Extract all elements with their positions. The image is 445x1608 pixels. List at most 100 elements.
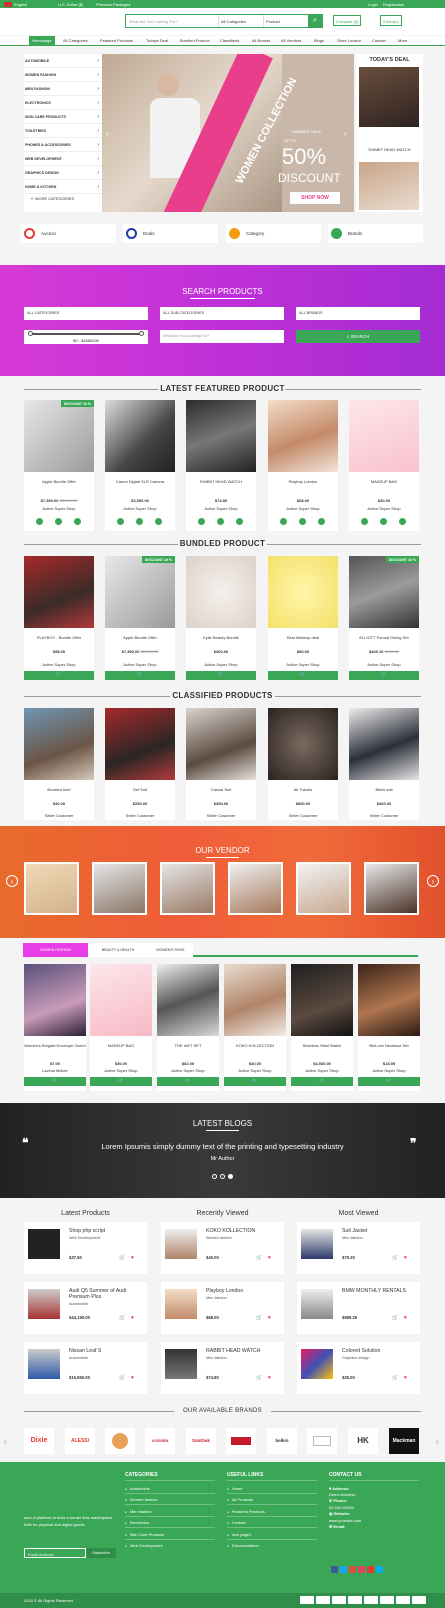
nav-item[interactable]: All Vendors <box>281 36 301 46</box>
tab-womens-shoe[interactable]: WOMEN'S SHOE <box>148 943 193 957</box>
product-card[interactable]: BinLove Necklace Set $18.95 Active Super… <box>358 964 420 1091</box>
heart-icon[interactable]: ♥ <box>404 1375 407 1381</box>
nav-item[interactable]: All Categories <box>63 36 88 46</box>
youtube-icon[interactable] <box>367 1566 374 1573</box>
nav-item[interactable]: Bundled Product <box>180 36 210 46</box>
list-item[interactable]: Playboy London Men fashion $68.00 🛒 ♥ <box>161 1282 284 1334</box>
language-select[interactable]: English <box>14 2 27 7</box>
product-card[interactable]: Black suit $460.00 Seller Customer <box>349 708 419 820</box>
add-to-cart-button[interactable]: 🛒 <box>349 671 419 680</box>
deal-image[interactable] <box>359 162 419 210</box>
shop-name[interactable]: Active Super Shop <box>24 506 94 511</box>
seller-name[interactable]: Seller Customer <box>24 813 94 818</box>
price-range-slider[interactable]: $0 - $4880000 <box>24 330 148 344</box>
product-card[interactable]: Best Makeup deal $80.00 Active Super Sho… <box>268 556 338 680</box>
product-card[interactable]: DISCOUNT 16 % Apple Bundle Offer $7,390.… <box>105 556 175 680</box>
product-image[interactable] <box>291 964 353 1036</box>
sidebar-item[interactable]: HOME & KITCHEN <box>24 180 102 194</box>
product-card[interactable]: Set Suit $250.00 Seller Customer <box>105 708 175 820</box>
product-image[interactable] <box>186 708 256 780</box>
heart-icon[interactable] <box>136 518 143 525</box>
add-to-cart-button[interactable]: 🛒 <box>358 1077 420 1086</box>
product-name[interactable]: Canon Digital SLR Camera <box>105 479 175 484</box>
nav-item[interactable]: Blogs <box>314 36 324 46</box>
product-image[interactable] <box>105 708 175 780</box>
shop-name[interactable]: Active Super Shop <box>24 662 94 667</box>
heart-icon[interactable]: ♥ <box>404 1255 407 1261</box>
list-item[interactable]: RABBIT HEAD WATCH Men fashion $74.80 🛒 ♥ <box>161 1342 284 1394</box>
footer-link[interactable]: Men fashion <box>125 1509 152 1514</box>
slider-handle[interactable] <box>28 331 33 336</box>
shop-name[interactable]: Active Super Shop <box>349 662 419 667</box>
product-image[interactable] <box>268 556 338 628</box>
heart-icon[interactable]: ♥ <box>131 1255 134 1261</box>
cart-icon[interactable]: 🛒 <box>392 1315 398 1321</box>
product-image[interactable] <box>24 556 94 628</box>
brand-logo[interactable] <box>226 1428 256 1454</box>
cart-icon[interactable]: 🛒 <box>119 1255 125 1261</box>
brands-prev-icon[interactable]: ‹ <box>4 1437 7 1446</box>
product-name[interactable]: Casual Suit <box>186 787 256 792</box>
product-image[interactable] <box>224 964 286 1036</box>
compare-icon[interactable] <box>74 518 81 525</box>
product-card[interactable]: KOKO KOLLECTION $40.00 Active Super Shop… <box>224 964 286 1091</box>
list-item[interactable]: KOKO KOLLECTION Women fashion $40.00 🛒 ♥ <box>161 1222 284 1274</box>
heart-icon[interactable]: ♥ <box>268 1315 271 1321</box>
search-type-select[interactable]: Product <box>263 15 308 27</box>
list-item[interactable]: Nissan Leaf S Automobile $15,550.00 🛒 ♥ <box>24 1342 147 1394</box>
vendor-card[interactable] <box>160 862 215 915</box>
facebook-icon[interactable] <box>331 1566 338 1573</box>
shop-name[interactable]: Active Super Shop <box>186 662 256 667</box>
twitter-icon[interactable] <box>340 1566 347 1573</box>
seller-name[interactable]: Seller Customer <box>105 813 175 818</box>
product-name[interactable]: Best Makeup deal <box>268 635 338 640</box>
product-image[interactable] <box>268 708 338 780</box>
add-to-cart-button[interactable]: 🛒 <box>105 671 175 680</box>
product-search-input[interactable]: What Are You Looking For? <box>160 330 284 343</box>
sidebar-item[interactable]: AUTOMOBILE <box>24 54 102 68</box>
footer-link[interactable]: Documentation <box>227 1543 259 1548</box>
footer-website[interactable]: www.yoursite.com <box>329 1518 361 1523</box>
login-link[interactable]: Login <box>368 2 378 7</box>
product-image[interactable] <box>24 400 94 472</box>
subscribe-button[interactable]: Subscribe <box>86 1548 116 1558</box>
cart-icon[interactable]: 🛒 <box>256 1315 262 1321</box>
sidebar-item[interactable]: MEN FASHION <box>24 82 102 96</box>
more-categories-link[interactable]: ＋ MORE CATEGORIES <box>24 196 74 202</box>
product-name[interactable]: Apple Bundle Offer <box>24 479 94 484</box>
shop-name[interactable]: Active Super Shop <box>157 1068 219 1073</box>
shop-name[interactable]: Active Super Shop <box>349 506 419 511</box>
footer-link[interactable]: Featured Products <box>227 1509 265 1514</box>
shop-name[interactable]: Active Super Shop <box>90 1068 152 1073</box>
add-to-cart-button[interactable]: 🛒 <box>224 1077 286 1086</box>
product-image[interactable] <box>105 556 175 628</box>
product-image[interactable] <box>90 964 152 1036</box>
add-to-cart-button[interactable]: 🛒 <box>186 671 256 680</box>
nav-item[interactable]: Classifieds <box>220 36 239 46</box>
premium-packages-link[interactable]: Premium Packages <box>96 2 131 7</box>
product-card[interactable]: MAKEUP BAG $30.00 Active Super Shop 🛒 <box>90 964 152 1091</box>
vendor-prev-icon[interactable]: ‹ <box>6 875 18 887</box>
deal-name[interactable]: RABBIT HEAD WATCH <box>356 147 423 152</box>
product-name[interactable]: All Travels <box>268 787 338 792</box>
brand-logo[interactable]: Mackman <box>389 1428 419 1454</box>
add-to-cart-button[interactable]: 🛒 <box>90 1077 152 1086</box>
vendor-card[interactable] <box>92 862 147 915</box>
blog-quote[interactable]: Lorem Ipsumis simply dummy text of the p… <box>0 1142 445 1151</box>
nav-item[interactable]: Homepage <box>29 36 55 46</box>
product-image[interactable] <box>186 400 256 472</box>
footer-link[interactable]: Web Development <box>125 1543 163 1548</box>
vendor-card[interactable] <box>24 862 79 915</box>
product-image[interactable] <box>105 400 175 472</box>
cart-icon[interactable] <box>361 518 368 525</box>
register-link[interactable]: Registration <box>383 2 404 7</box>
cart-icon[interactable] <box>198 518 205 525</box>
shop-name[interactable]: Active Super Shop <box>224 1068 286 1073</box>
brand-logo[interactable]: SanDisk <box>186 1428 216 1454</box>
product-card[interactable]: Canon Digital SLR Camera $3,500.00 Activ… <box>105 400 175 531</box>
shop-name[interactable]: Active Super Shop <box>186 506 256 511</box>
feature-auction[interactable]: Auction <box>21 224 116 243</box>
sub-categories-select[interactable]: ALL SUB CATEGORIES <box>160 307 284 320</box>
product-card[interactable]: DISCOUNT 16 % Apple Bundle Offer $7,390.… <box>24 400 94 531</box>
list-item[interactable]: BMW MONTHLY RENTALS $989.29 🛒 ♥ <box>297 1282 420 1334</box>
